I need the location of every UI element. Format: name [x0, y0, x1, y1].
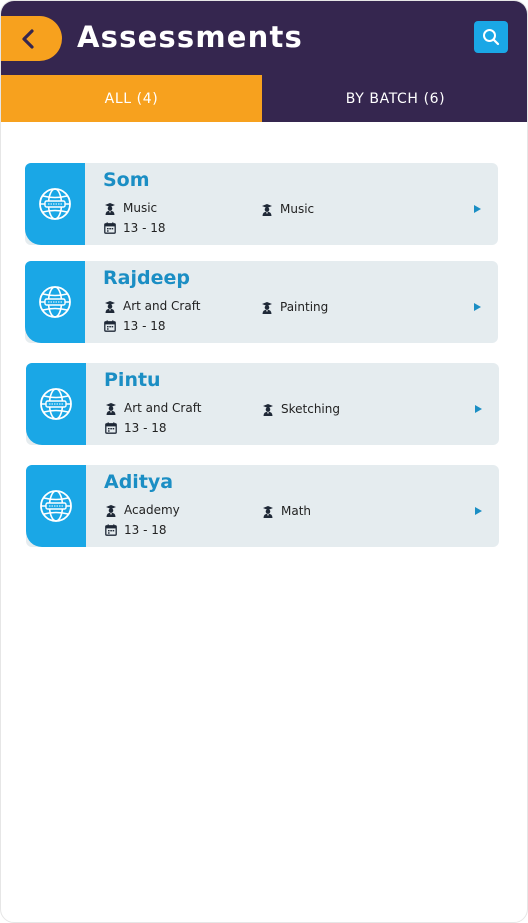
graduate-icon [106, 402, 116, 415]
category-row: Art and Craft [105, 401, 201, 415]
card-icon-strip [25, 163, 85, 245]
category-label: Academy [124, 503, 180, 517]
app-frame: Assessments ALL (4) BY BATCH (6) Som Musi… [0, 0, 528, 923]
card-icon-strip [26, 465, 86, 547]
age-range-row: 13 - 18 [105, 421, 167, 435]
age-range-row: 13 - 18 [104, 221, 166, 235]
category-row: Music [104, 201, 157, 215]
card-icon-strip [25, 261, 85, 343]
calendar-icon [104, 222, 116, 234]
age-range-row: 13 - 18 [105, 523, 167, 537]
open-assessment-button[interactable] [474, 501, 483, 520]
calendar-icon [105, 422, 117, 434]
open-assessment-button[interactable] [473, 199, 482, 218]
age-range-row: 13 - 18 [104, 319, 166, 333]
age-range-label: 13 - 18 [123, 319, 166, 333]
graduate-icon [263, 403, 273, 416]
globe-icon [39, 188, 71, 220]
subject-label: Painting [280, 300, 329, 314]
category-row: Academy [105, 503, 180, 517]
assessment-card[interactable]: Rajdeep Art and Craft Painting 13 - 18 [25, 261, 498, 343]
age-range-label: 13 - 18 [124, 421, 167, 435]
graduate-icon [106, 504, 116, 517]
globe-icon [40, 388, 72, 420]
category-row: Art and Craft [104, 299, 200, 313]
age-range-label: 13 - 18 [124, 523, 167, 537]
subject-row: Math [262, 504, 311, 518]
tab-by-batch[interactable]: BY BATCH (6) [262, 75, 527, 122]
card-icon-strip [26, 363, 86, 445]
subject-row: Music [261, 202, 314, 216]
age-range-label: 13 - 18 [123, 221, 166, 235]
graduate-icon [263, 505, 273, 518]
assessment-name: Aditya [104, 471, 174, 493]
subject-row: Sketching [262, 402, 340, 416]
subject-row: Painting [261, 300, 328, 314]
assessment-name: Rajdeep [103, 267, 190, 289]
back-button[interactable] [1, 16, 62, 61]
globe-icon [40, 490, 72, 522]
tab-all[interactable]: ALL (4) [1, 75, 262, 122]
play-arrow-icon [474, 303, 481, 311]
open-assessment-button[interactable] [474, 399, 483, 418]
category-label: Music [123, 201, 158, 215]
globe-icon [39, 286, 71, 318]
assessment-name: Pintu [104, 369, 161, 391]
assessment-name: Som [103, 169, 150, 191]
assessment-card[interactable]: Aditya Academy Math 13 - 18 [26, 465, 499, 547]
category-label: Art and Craft [123, 299, 201, 313]
assessment-card[interactable]: Som Music Music 13 - 18 [25, 163, 498, 245]
subject-label: Sketching [281, 402, 340, 416]
tab-bar: ALL (4) BY BATCH (6) [1, 75, 527, 122]
open-assessment-button[interactable] [473, 297, 482, 316]
play-arrow-icon [475, 405, 482, 413]
graduate-icon [262, 301, 272, 314]
graduate-icon [105, 300, 115, 313]
search-icon [483, 29, 500, 46]
calendar-icon [105, 524, 117, 536]
page-title: Assessments [77, 20, 304, 54]
calendar-icon [104, 320, 116, 332]
graduate-icon [105, 202, 115, 215]
subject-label: Math [281, 504, 312, 518]
play-arrow-icon [475, 507, 482, 515]
category-label: Art and Craft [124, 401, 202, 415]
chevron-left-icon [21, 28, 34, 49]
subject-label: Music [280, 202, 315, 216]
play-arrow-icon [474, 205, 481, 213]
app-header: Assessments [1, 1, 527, 75]
search-button[interactable] [474, 21, 508, 53]
assessment-card[interactable]: Pintu Art and Craft Sketching 13 - 18 [26, 363, 499, 445]
graduate-icon [262, 203, 272, 216]
